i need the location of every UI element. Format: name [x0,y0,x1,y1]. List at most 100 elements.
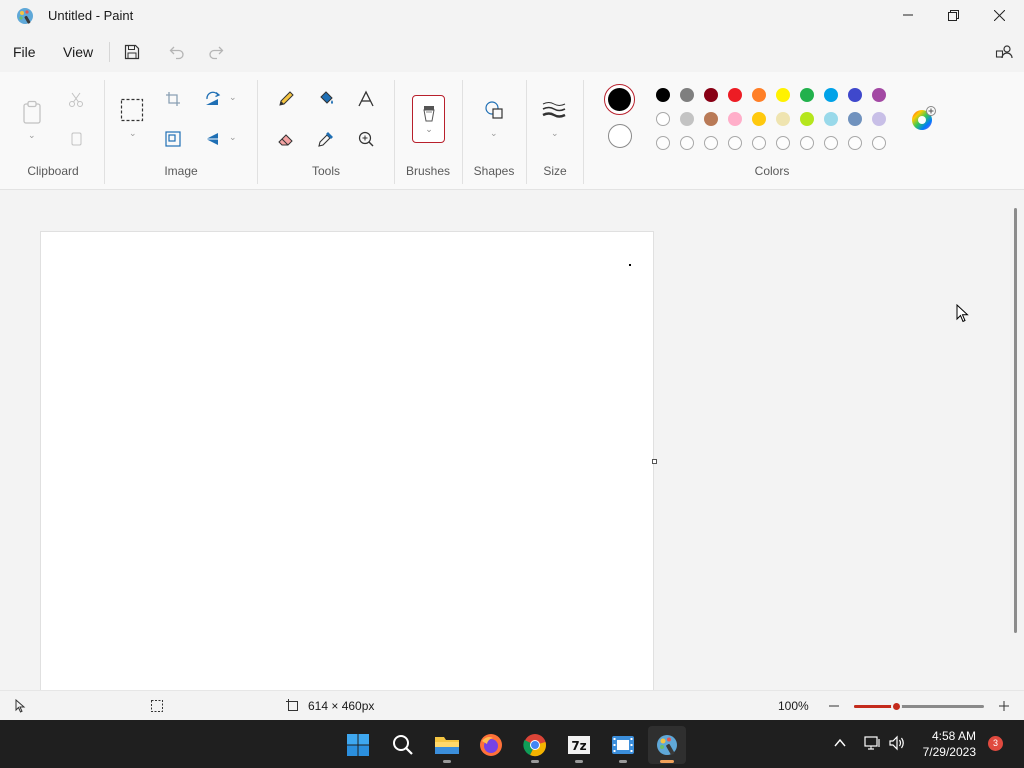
color-swatch[interactable] [704,112,718,126]
notification-badge[interactable]: 3 [988,736,1003,751]
settings-button[interactable] [990,40,1018,64]
taskbar-chrome[interactable] [516,726,554,764]
paint-dot [629,264,631,266]
custom-color-slot[interactable] [824,136,838,150]
color-swatch[interactable] [728,88,742,102]
color-swatch[interactable] [848,88,862,102]
brush-icon: ⌄ [422,106,435,134]
resize-button[interactable] [159,125,187,153]
taskbar-file-explorer[interactable] [428,726,466,764]
color-swatch[interactable] [848,112,862,126]
fill-button[interactable] [312,85,340,113]
taskbar-paint[interactable] [648,726,686,764]
custom-color-slot[interactable] [776,136,790,150]
color-swatch[interactable] [656,112,670,126]
copy-button[interactable] [62,125,90,153]
color-swatch[interactable] [752,88,766,102]
restore-button[interactable] [930,0,976,30]
cut-button[interactable] [62,86,90,114]
flip-button[interactable] [199,125,227,153]
close-button[interactable] [976,0,1022,30]
redo-button[interactable] [202,40,230,64]
color-swatch[interactable] [824,112,838,126]
file-menu[interactable]: File [13,44,36,60]
custom-color-slot[interactable] [800,136,814,150]
chevron-down-icon[interactable]: ⌄ [229,92,237,103]
search-button[interactable] [384,726,422,764]
chevron-down-icon[interactable]: ⌄ [229,132,237,143]
custom-color-slot[interactable] [848,136,862,150]
minimize-button[interactable] [885,0,931,30]
window-title: Untitled - Paint [48,8,134,23]
color-swatch[interactable] [824,88,838,102]
clock[interactable]: 4:58 AM 7/29/2023 [923,728,976,760]
custom-color-slot[interactable] [656,136,670,150]
pencil-button[interactable] [272,85,300,113]
taskbar-firefox[interactable] [472,726,510,764]
rectangle-select-icon [120,98,144,122]
eraser-button[interactable] [272,125,300,153]
custom-color-slot[interactable] [872,136,886,150]
magnifier-icon [358,131,374,147]
taskbar-video-editor[interactable] [604,726,642,764]
start-button[interactable] [339,726,377,764]
custom-color-slot[interactable] [680,136,694,150]
color-swatch[interactable] [656,88,670,102]
group-separator [104,80,105,184]
select-button[interactable] [118,96,146,124]
color-swatch[interactable] [800,112,814,126]
flip-icon [206,133,220,145]
line-size-icon [542,102,566,118]
custom-color-slot[interactable] [728,136,742,150]
zoom-slider[interactable] [854,701,984,712]
volume-icon[interactable] [888,735,906,756]
zoom-slider-thumb[interactable] [890,701,902,712]
paste-button[interactable] [18,96,46,128]
edit-colors-button[interactable] [910,106,936,132]
workspace [0,190,1024,691]
chevron-down-icon[interactable]: ⌄ [551,128,559,139]
color-swatch[interactable] [872,88,886,102]
text-button[interactable] [352,85,380,113]
vertical-scrollbar[interactable] [1014,208,1017,633]
view-menu[interactable]: View [63,44,93,60]
custom-color-slot[interactable] [704,136,718,150]
primary-color[interactable] [608,88,631,111]
zoom-in-button[interactable] [996,698,1012,714]
color-swatch[interactable] [776,88,790,102]
size-button[interactable] [540,96,568,124]
menu-separator [109,42,110,62]
color-swatch[interactable] [752,112,766,126]
canvas-resize-handle[interactable] [652,459,657,464]
secondary-color[interactable] [608,124,632,148]
taskbar-7zip[interactable]: 7z [560,726,598,764]
color-picker-button[interactable] [312,125,340,153]
custom-color-slot[interactable] [752,136,766,150]
chevron-down-icon[interactable]: ⌄ [490,128,498,139]
color-swatch[interactable] [872,112,886,126]
primary-color-ring[interactable] [604,84,635,115]
network-icon[interactable] [864,735,882,756]
brushes-button[interactable]: ⌄ [412,95,445,143]
color-swatch[interactable] [728,112,742,126]
chevron-down-icon[interactable]: ⌄ [28,130,36,141]
magnifier-button[interactable] [352,125,380,153]
resize-icon [165,131,181,147]
crop-button[interactable] [159,85,187,113]
color-swatch[interactable] [704,88,718,102]
show-hidden-icons-button[interactable] [833,736,847,755]
color-swatch[interactable] [800,88,814,102]
clock-date: 7/29/2023 [922,745,976,759]
rotate-button[interactable] [199,85,227,113]
paste-icon [23,100,41,124]
shapes-button[interactable] [480,96,508,124]
color-swatch[interactable] [776,112,790,126]
save-button[interactable] [118,40,146,64]
color-swatch[interactable] [680,112,694,126]
color-swatch[interactable] [680,88,694,102]
drawing-canvas[interactable] [40,231,654,691]
undo-button[interactable] [163,40,191,64]
zoom-out-button[interactable] [826,698,842,714]
chevron-down-icon[interactable]: ⌄ [129,128,137,139]
taskbar: 7z 4:58 AM 7/29/2023 3 [0,720,1024,768]
